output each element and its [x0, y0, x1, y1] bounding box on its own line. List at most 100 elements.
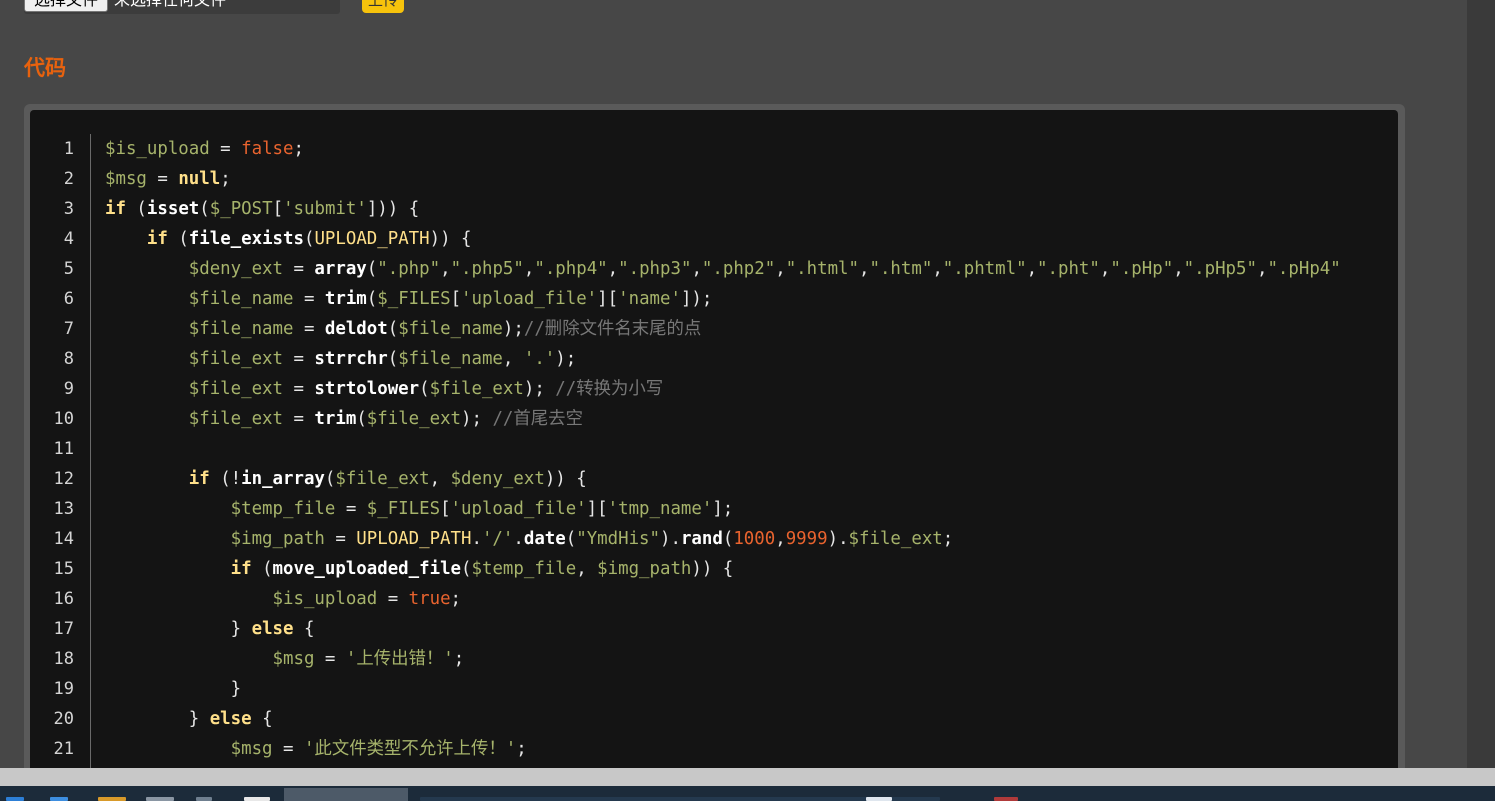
code-block[interactable]: 1 2 3 4 5 6 7 8 9 10 11 12 13 14 15 16 17 18 19 20 21 $is_up… — [30, 110, 1398, 801]
code-token: $deny_ext — [450, 469, 545, 489]
code-token: = — [209, 139, 242, 159]
taskbar-app-icon[interactable] — [866, 797, 892, 801]
taskbar-app-icon[interactable] — [994, 797, 1018, 801]
code-token: $file_ext — [188, 409, 283, 429]
code-token: ".php" — [377, 259, 441, 279]
line-number: 11 — [53, 439, 74, 459]
code-token: , — [775, 529, 786, 549]
line-number-gutter: 1 2 3 4 5 6 7 8 9 10 11 12 13 14 15 16 17 18 19 20 21 — [30, 134, 91, 801]
code-token: = — [335, 499, 367, 519]
code-token: ])) { — [366, 199, 420, 219]
code-token: 9999 — [785, 529, 828, 549]
line-number: 10 — [53, 409, 74, 429]
code-line: $file_ext = strrchr($file_name, '.'); — [105, 344, 1398, 374]
code-token: . — [513, 529, 524, 549]
start-icon[interactable] — [6, 797, 24, 801]
code-token: rand — [680, 529, 723, 549]
code-token: $temp_file — [471, 559, 577, 579]
file-picker[interactable]: 选择文件 未选择任何文件 — [24, 0, 340, 14]
code-token: = — [283, 379, 315, 399]
code-line: } else { — [105, 704, 1398, 734]
code-token: ( — [387, 319, 399, 339]
code-token: else — [209, 709, 252, 729]
code-token: , — [1256, 259, 1268, 279]
upload-button[interactable]: 上传 — [362, 0, 404, 13]
code-token: null — [178, 169, 221, 189]
taskbar-app-icon[interactable] — [420, 797, 940, 801]
code-lines: $is_upload = false; $msg = null; if (isset… — [105, 134, 1398, 764]
code-token: '上传出错！' — [345, 649, 454, 669]
code-token: $is_upload — [272, 589, 378, 609]
line-number: 15 — [53, 559, 74, 579]
code-token: = — [283, 259, 315, 279]
code-line: if (file_exists(UPLOAD_PATH)) { — [105, 224, 1398, 254]
code-token: $img_path — [230, 529, 325, 549]
code-token: ( — [419, 379, 430, 399]
code-token: , — [691, 259, 702, 279]
taskbar-app-icon[interactable] — [50, 797, 68, 801]
taskbar-app-icon[interactable] — [98, 797, 126, 801]
code-token: ( — [366, 289, 378, 309]
code-token: //删除文件名末尾的点 — [523, 319, 702, 339]
code-token: isset — [146, 199, 200, 219]
choose-file-button[interactable]: 选择文件 — [24, 0, 108, 12]
code-token: ".php2" — [701, 259, 776, 279]
taskbar-app-icon[interactable] — [196, 797, 212, 801]
code-token: if — [146, 229, 168, 249]
code-token: $file_name — [398, 319, 503, 339]
code-token: = — [283, 409, 315, 429]
code-token: ( — [303, 229, 315, 249]
code-token: ; — [453, 649, 465, 669]
code-token: , — [429, 469, 451, 489]
code-token: ".php3" — [618, 259, 692, 279]
taskbar-app-icon[interactable] — [244, 797, 270, 801]
code-token: , — [1173, 259, 1184, 279]
line-number: 14 — [53, 529, 74, 549]
code-line: } else { — [105, 614, 1398, 644]
code-token: ".php5" — [450, 259, 524, 279]
taskbar-active-app[interactable] — [284, 788, 408, 801]
code-token: { — [293, 619, 315, 639]
code-token: ".pHp" — [1110, 259, 1174, 279]
code-token: } — [105, 619, 252, 639]
line-number: 8 — [63, 349, 74, 369]
code-token: ; — [516, 739, 527, 759]
line-number: 12 — [53, 469, 74, 489]
code-token: $_FILES — [366, 499, 441, 519]
code-token: ( — [356, 409, 367, 429]
code-token: $img_path — [597, 559, 692, 579]
line-number: 18 — [53, 649, 74, 669]
line-number: 16 — [53, 589, 74, 609]
code-token: ".pHp5" — [1183, 259, 1257, 279]
code-token: ). — [660, 529, 681, 549]
code-token: if — [230, 559, 252, 579]
code-token: ( — [366, 259, 378, 279]
code-token: $file_name — [188, 319, 294, 339]
horizontal-scrollbar[interactable] — [0, 768, 1495, 786]
code-token: , — [607, 259, 619, 279]
code-token: } — [105, 709, 210, 729]
code-token: //首尾去空 — [492, 409, 583, 429]
code-token: = — [314, 649, 346, 669]
code-token: trim — [324, 289, 367, 309]
code-token: ".html" — [785, 259, 859, 279]
code-token: ; — [942, 529, 954, 549]
code-token: $msg — [230, 739, 273, 759]
code-token: $is_upload — [105, 139, 210, 159]
code-token: $file_ext — [429, 379, 524, 399]
code-token: $_FILES — [377, 289, 451, 309]
code-token: , — [1026, 259, 1038, 279]
code-token: move_uploaded_file — [272, 559, 462, 579]
code-token: , — [440, 259, 451, 279]
code-token: 1000 — [733, 529, 776, 549]
file-status-text: 未选择任何文件 — [114, 0, 226, 12]
taskbar-app-icon[interactable] — [146, 797, 174, 801]
code-token: (! — [209, 469, 242, 489]
code-token: ; — [220, 169, 231, 189]
code-token: file_exists — [188, 229, 304, 249]
